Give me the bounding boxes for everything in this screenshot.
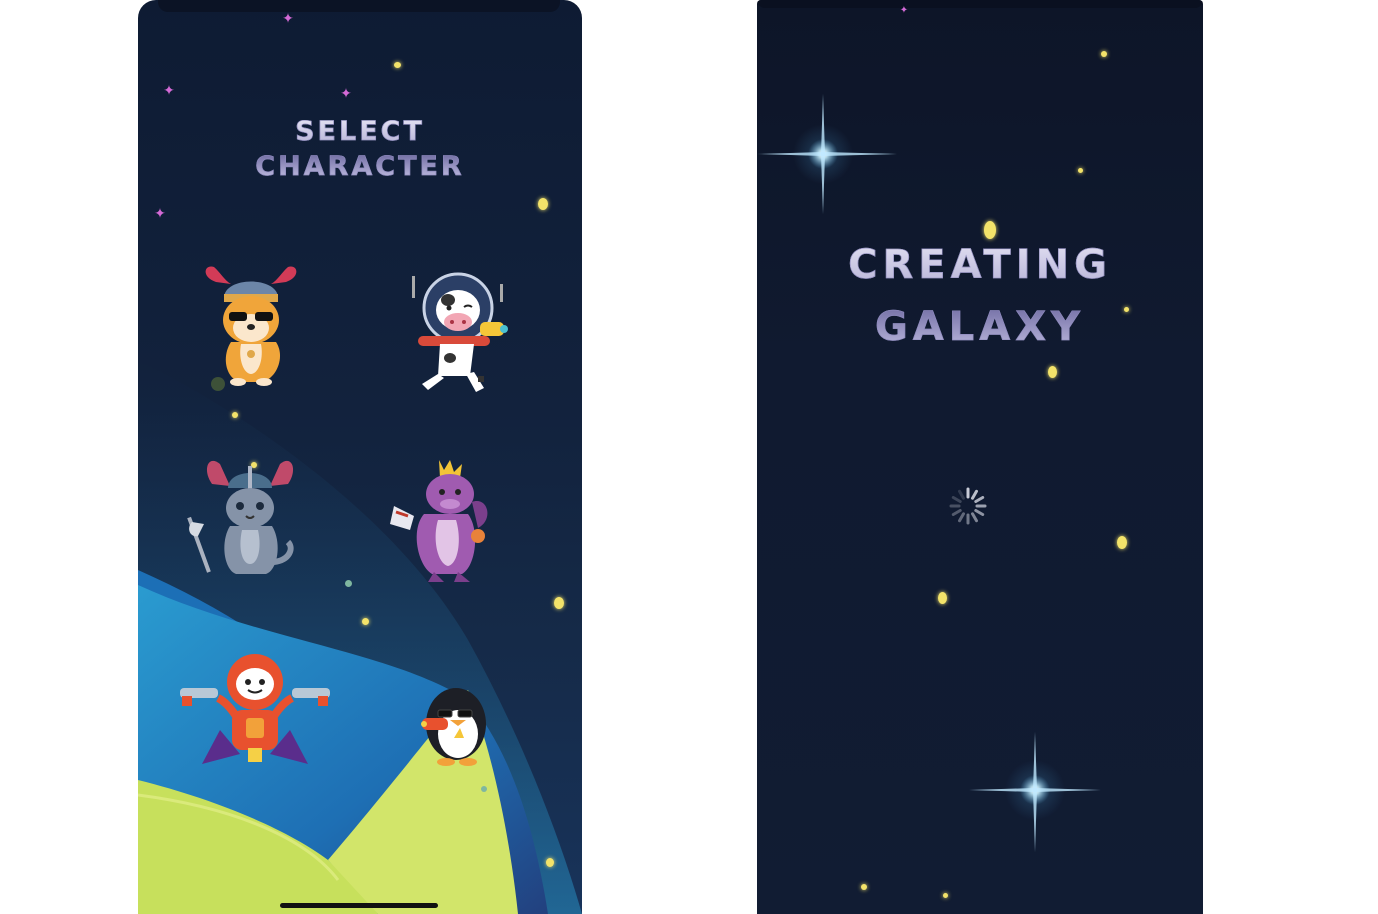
sparkle-icon: ✦ xyxy=(899,5,909,16)
star-dot xyxy=(481,786,487,792)
select-title: SELECT CHARACTER xyxy=(138,116,582,183)
character-penguin-gunner[interactable] xyxy=(414,680,494,766)
star-flare-icon xyxy=(757,94,897,214)
character-viking-cat[interactable] xyxy=(187,452,300,582)
creating-galaxy-screen: ✦ CREATING GALAXY xyxy=(757,0,1203,914)
star-dot xyxy=(1101,51,1107,57)
sparkle-icon: ✦ xyxy=(154,206,166,222)
star-dot xyxy=(554,597,564,609)
star-dot xyxy=(1078,168,1083,173)
sparkle-icon: ✦ xyxy=(163,83,175,99)
select-character-screen: ✦ ✦ ✦ ✦ SELECT CHARACTER xyxy=(138,0,582,914)
screens-stage: ✦ ✦ ✦ ✦ SELECT CHARACTER ✦ CREATING GALA… xyxy=(0,0,1378,914)
sparkle-icon: ✦ xyxy=(340,86,352,102)
star-dot xyxy=(1048,366,1057,378)
star-dot xyxy=(943,893,948,898)
sparkle-icon: ✦ xyxy=(282,11,294,27)
character-robot-hero[interactable] xyxy=(180,652,330,772)
title-line-1: SELECT xyxy=(295,116,425,148)
star-flare-icon xyxy=(969,732,1101,852)
star-dot xyxy=(394,62,401,68)
star-dot xyxy=(232,412,238,418)
star-dot xyxy=(1117,536,1127,549)
title-line-2: CHARACTER xyxy=(255,151,465,183)
title-line-1: CREATING xyxy=(848,242,1112,289)
star-dot xyxy=(938,592,947,604)
title-line-2: GALAXY xyxy=(874,304,1086,351)
star-dot xyxy=(546,858,554,867)
character-astronaut-cow[interactable] xyxy=(408,266,518,396)
galaxy-title: CREATING GALAXY xyxy=(757,234,1203,358)
star-dot xyxy=(861,884,867,890)
home-indicator[interactable] xyxy=(280,903,438,908)
star-dot xyxy=(538,198,548,210)
character-viking-corgi[interactable] xyxy=(196,262,306,392)
character-dragon-king[interactable] xyxy=(384,456,494,586)
status-notch xyxy=(757,0,1203,8)
star-dot xyxy=(362,618,369,625)
star-dot xyxy=(345,580,352,587)
spinner-icon xyxy=(949,487,987,525)
